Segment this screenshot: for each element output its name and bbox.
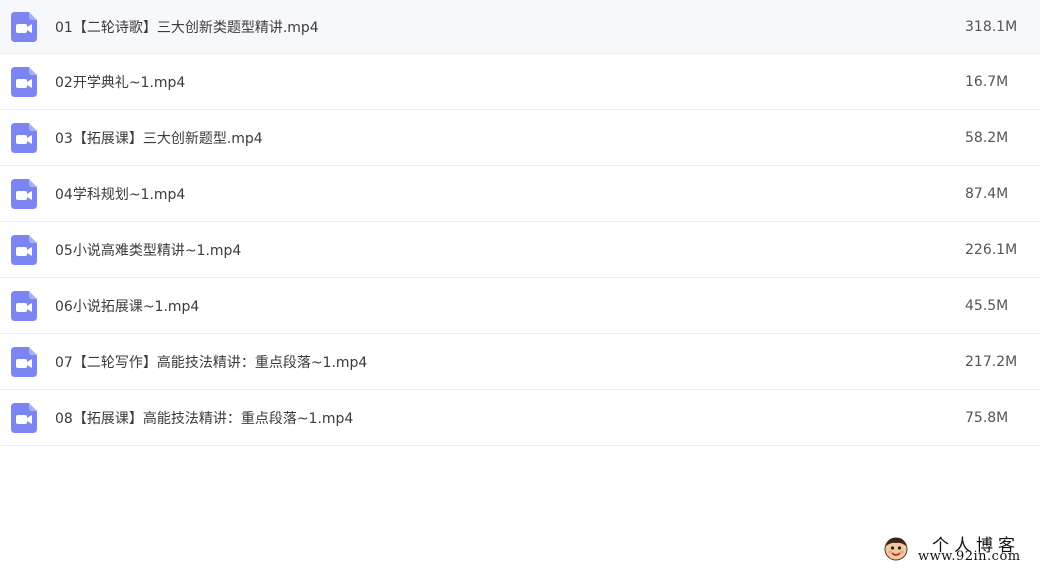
file-list: 01【二轮诗歌】三大创新类题型精讲.mp4 318.1M 02开学典礼~1.mp… [0,0,1040,446]
file-row[interactable]: 06小说拓展课~1.mp4 45.5M [0,278,1040,334]
video-file-icon [11,290,37,321]
file-size: 58.2M [965,129,1009,146]
watermark-url: www.92in.com [918,549,1021,564]
file-size: 226.1M [965,241,1018,258]
file-name[interactable]: 03【拓展课】三大创新题型.mp4 [55,128,263,148]
file-row[interactable]: 04学科规划~1.mp4 87.4M [0,166,1040,222]
file-name[interactable]: 01【二轮诗歌】三大创新类题型精讲.mp4 [55,17,319,37]
file-name[interactable]: 08【拓展课】高能技法精讲：重点段落~1.mp4 [55,408,353,428]
file-row[interactable]: 01【二轮诗歌】三大创新类题型精讲.mp4 318.1M [0,0,1040,54]
file-size: 45.5M [965,297,1009,314]
file-size: 16.7M [965,73,1009,90]
file-row[interactable]: 02开学典礼~1.mp4 16.7M [0,54,1040,110]
file-name[interactable]: 06小说拓展课~1.mp4 [55,296,199,316]
file-size: 217.2M [965,353,1018,370]
video-file-icon [11,402,37,433]
file-name[interactable]: 07【二轮写作】高能技法精讲：重点段落~1.mp4 [55,352,367,372]
video-file-icon [11,234,37,265]
video-file-icon [11,66,37,97]
video-file-icon [11,346,37,377]
file-size: 87.4M [965,185,1009,202]
video-file-icon [11,122,37,153]
blog-watermark: 个人博客 www.92in.com [880,530,1050,566]
video-file-icon [11,178,37,209]
file-name[interactable]: 04学科规划~1.mp4 [55,184,185,204]
file-name[interactable]: 05小说高难类型精讲~1.mp4 [55,240,241,260]
file-size: 318.1M [965,18,1018,35]
file-row[interactable]: 03【拓展课】三大创新题型.mp4 58.2M [0,110,1040,166]
file-row[interactable]: 05小说高难类型精讲~1.mp4 226.1M [0,222,1040,278]
file-name[interactable]: 02开学典礼~1.mp4 [55,72,185,92]
file-size: 75.8M [965,409,1009,426]
file-row[interactable]: 08【拓展课】高能技法精讲：重点段落~1.mp4 75.8M [0,390,1040,446]
cartoon-avatar-icon [883,535,909,561]
file-row[interactable]: 07【二轮写作】高能技法精讲：重点段落~1.mp4 217.2M [0,334,1040,390]
video-file-icon [11,11,37,42]
